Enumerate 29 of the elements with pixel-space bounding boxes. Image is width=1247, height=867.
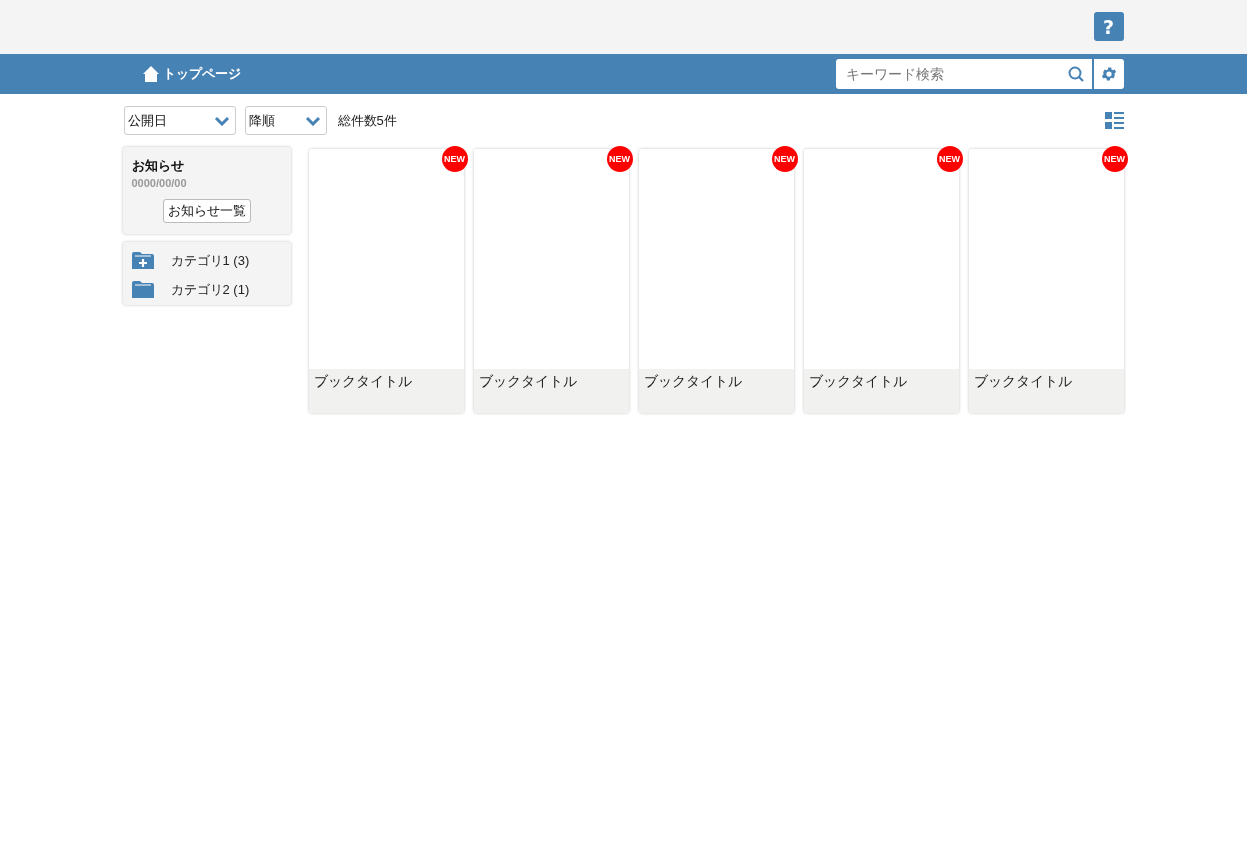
new-badge: NEW <box>441 146 468 172</box>
new-badge: NEW <box>936 146 963 172</box>
sort-order-dropdown[interactable]: 降順 <box>244 106 327 135</box>
chevron-down-icon <box>213 115 230 126</box>
category-link[interactable]: カテゴリ2 (1) <box>131 280 282 299</box>
new-badge: NEW <box>1101 146 1128 172</box>
category-link[interactable]: カテゴリ1 (3) <box>131 251 282 270</box>
book-title: ブックタイトル <box>803 369 959 413</box>
book-title: ブックタイトル <box>473 369 629 413</box>
home-link[interactable]: トップページ <box>141 65 241 83</box>
book-title: ブックタイトル <box>638 369 794 413</box>
help-button[interactable]: ? <box>1093 12 1124 41</box>
folder-icon <box>131 280 154 299</box>
chevron-down-icon <box>304 115 321 126</box>
settings-button[interactable] <box>1093 59 1124 89</box>
search-icon <box>1067 66 1084 82</box>
notice-title: お知らせ <box>131 157 185 175</box>
folder-plus-icon <box>131 251 154 270</box>
book-title: ブックタイトル <box>968 369 1124 413</box>
new-badge: NEW <box>606 146 633 172</box>
home-icon <box>141 65 160 83</box>
book-title: ブックタイトル <box>308 369 464 413</box>
total-count: 総件数5件 <box>337 111 397 130</box>
notice-date: 0000/00/00 <box>131 177 188 189</box>
search-field[interactable]: キーワード検索 <box>835 59 1092 89</box>
notice-list-button[interactable]: お知らせ一覧 <box>162 199 251 223</box>
settings-icon <box>1099 65 1118 83</box>
list-view-icon[interactable] <box>1104 112 1124 129</box>
sort-field-dropdown[interactable]: 公開日 <box>123 106 236 135</box>
